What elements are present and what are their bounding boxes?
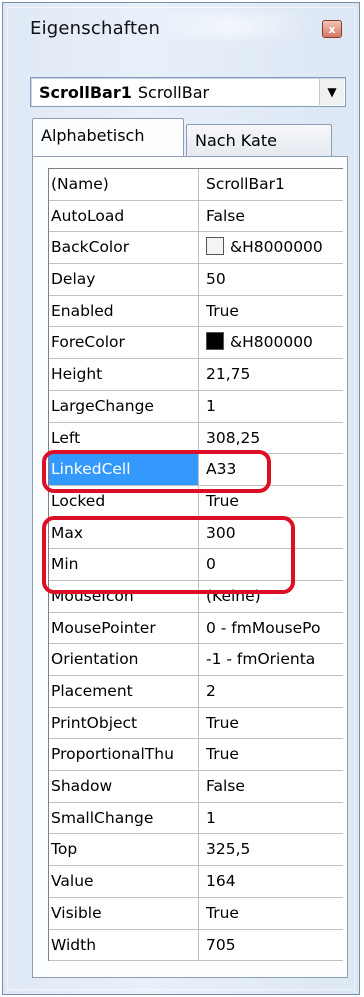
property-value[interactable]: False: [200, 771, 343, 802]
property-row[interactable]: Orientation -1 - fmOrienta: [49, 644, 343, 676]
property-row[interactable]: MouseIcon (Keine): [49, 580, 343, 613]
property-value[interactable]: False: [200, 201, 343, 232]
tab-category[interactable]: Nach Kate: [186, 124, 332, 158]
property-row[interactable]: MousePointer 0 - fmMousePo: [49, 612, 343, 645]
object-select-value: ScrollBar1 ScrollBar: [39, 83, 209, 102]
property-name[interactable]: Min: [49, 549, 199, 580]
property-row[interactable]: Height 21,75: [49, 359, 343, 391]
property-name[interactable]: LinkedCell: [49, 454, 199, 485]
property-value-text: &H800000: [230, 333, 313, 352]
close-button[interactable]: x: [322, 20, 342, 38]
property-row[interactable]: Locked True: [49, 485, 343, 518]
property-value[interactable]: 325,5: [200, 834, 343, 865]
property-name[interactable]: Width: [49, 929, 199, 961]
property-row[interactable]: BackColor &H8000000: [49, 232, 343, 265]
property-value[interactable]: 0: [200, 549, 343, 580]
tab-alphabetical[interactable]: Alphabetisch: [32, 118, 184, 156]
property-value[interactable]: -1 - fmOrienta: [200, 644, 343, 675]
property-value[interactable]: &H8000000: [200, 232, 343, 263]
property-value[interactable]: ScrollBar1: [200, 169, 343, 200]
property-name[interactable]: Max: [49, 517, 199, 549]
property-name[interactable]: BackColor: [49, 232, 199, 264]
property-name[interactable]: ForeColor: [49, 327, 199, 359]
property-row[interactable]: Width 705: [49, 929, 343, 962]
property-name[interactable]: Visible: [49, 897, 199, 929]
property-name[interactable]: Locked: [49, 485, 199, 517]
property-name[interactable]: Height: [49, 359, 199, 390]
property-value[interactable]: &H800000: [200, 327, 343, 358]
property-row[interactable]: Placement 2: [49, 676, 343, 708]
property-row[interactable]: SmallChange 1: [49, 802, 343, 835]
property-value[interactable]: 0 - fmMousePo: [200, 613, 343, 644]
property-name[interactable]: Value: [49, 866, 199, 897]
property-row[interactable]: Min 0: [49, 549, 343, 581]
property-value[interactable]: True: [200, 739, 343, 770]
property-name[interactable]: SmallChange: [49, 802, 199, 834]
property-row[interactable]: Enabled True: [49, 295, 343, 328]
property-value[interactable]: 50: [200, 264, 343, 295]
object-select-dropdown[interactable]: ScrollBar1 ScrollBar ▼: [30, 77, 346, 107]
property-name[interactable]: Delay: [49, 264, 199, 295]
property-name[interactable]: Enabled: [49, 295, 199, 327]
window-title: Eigenschaften: [30, 18, 161, 39]
property-name[interactable]: Shadow: [49, 771, 199, 802]
property-row[interactable]: Value 164: [49, 866, 343, 898]
property-name[interactable]: Top: [49, 834, 199, 866]
property-value[interactable]: 164: [200, 866, 343, 897]
property-name[interactable]: MouseIcon: [49, 580, 199, 612]
property-row[interactable]: Top 325,5: [49, 834, 343, 867]
property-name[interactable]: AutoLoad: [49, 200, 199, 232]
property-value[interactable]: 300: [200, 518, 343, 549]
property-row[interactable]: AutoLoad False: [49, 200, 343, 233]
property-row[interactable]: ForeColor &H800000: [49, 327, 343, 360]
close-icon: x: [328, 22, 336, 36]
property-row[interactable]: LargeChange 1: [49, 390, 343, 423]
property-row[interactable]: Left 308,25: [49, 422, 343, 455]
property-name[interactable]: Placement: [49, 676, 199, 707]
property-row[interactable]: Delay 50: [49, 264, 343, 296]
object-name: ScrollBar1: [39, 83, 132, 102]
property-name[interactable]: MousePointer: [49, 612, 199, 644]
color-swatch: [206, 332, 224, 351]
object-type: ScrollBar: [137, 83, 210, 102]
property-grid: (Name) ScrollBar1 AutoLoad False BackColor &H…: [48, 168, 343, 962]
color-swatch: [206, 237, 224, 256]
property-row[interactable]: (Name) ScrollBar1: [49, 169, 343, 201]
property-value[interactable]: 2: [200, 676, 343, 707]
property-name[interactable]: ProportionalThu: [49, 739, 199, 771]
property-value[interactable]: A33: [200, 454, 343, 485]
property-value[interactable]: True: [200, 296, 343, 327]
property-name[interactable]: LargeChange: [49, 390, 199, 422]
dropdown-button[interactable]: ▼: [319, 79, 344, 105]
property-value[interactable]: True: [200, 708, 343, 739]
title-bar-blur: [150, 14, 310, 38]
property-row[interactable]: Shadow False: [49, 771, 343, 803]
property-value[interactable]: 21,75: [200, 359, 343, 390]
property-row[interactable]: PrintObject True: [49, 707, 343, 740]
property-row[interactable]: LinkedCell A33: [49, 454, 343, 486]
property-name[interactable]: Orientation: [49, 644, 199, 675]
property-value[interactable]: True: [200, 486, 343, 517]
property-value[interactable]: 1: [200, 391, 343, 422]
property-name[interactable]: Left: [49, 422, 199, 454]
property-value[interactable]: (Keine): [200, 581, 343, 612]
property-value[interactable]: True: [200, 898, 343, 929]
property-name[interactable]: PrintObject: [49, 707, 199, 739]
property-row[interactable]: Max 300: [49, 517, 343, 550]
property-value-text: &H8000000: [230, 238, 323, 257]
property-value[interactable]: 308,25: [200, 423, 343, 454]
property-row[interactable]: ProportionalThu True: [49, 739, 343, 772]
property-name[interactable]: (Name): [49, 169, 199, 200]
property-value[interactable]: 1: [200, 803, 343, 834]
property-value[interactable]: 705: [200, 930, 343, 961]
chevron-down-icon: ▼: [327, 85, 337, 99]
property-row[interactable]: Visible True: [49, 897, 343, 930]
